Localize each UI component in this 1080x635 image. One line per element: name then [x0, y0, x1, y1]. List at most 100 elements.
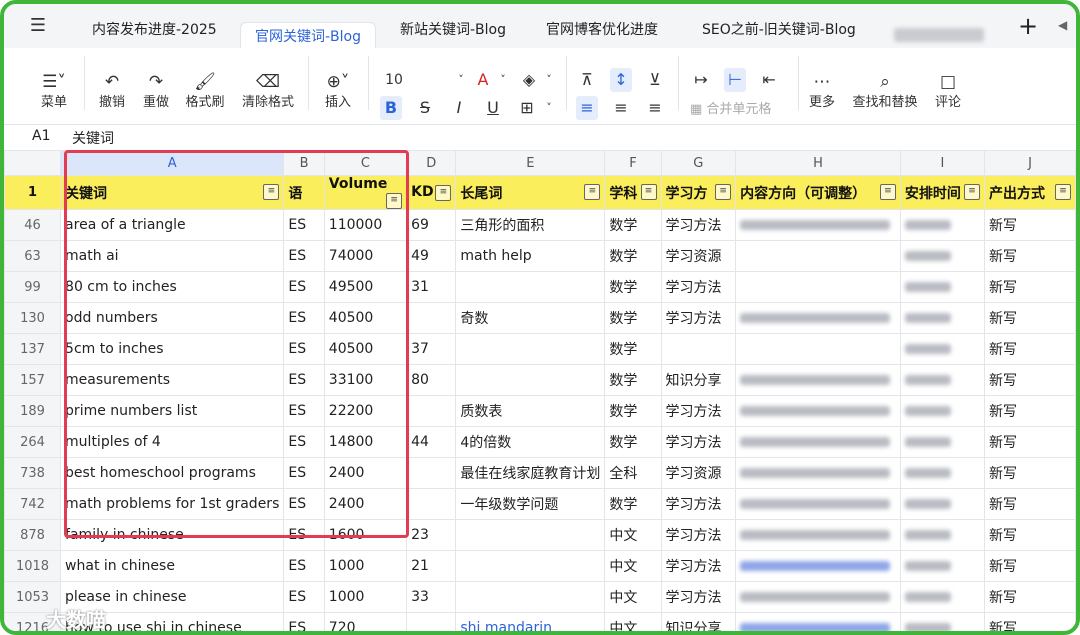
- cell-lang[interactable]: ES: [283, 209, 325, 241]
- chevron-down-icon[interactable]: ˅: [538, 68, 560, 92]
- cell-volume[interactable]: 2400: [323, 488, 408, 520]
- tab-keywords-blog[interactable]: 官网关键词-Blog: [240, 22, 376, 51]
- cell-volume[interactable]: 720: [323, 612, 408, 631]
- cell-subject[interactable]: 数学: [604, 395, 662, 427]
- cell-learning[interactable]: 学习方法: [660, 209, 737, 241]
- cell-schedule[interactable]: [899, 612, 986, 631]
- header-cell-lang[interactable]: 语: [283, 175, 325, 210]
- cell-direction[interactable]: [735, 488, 901, 520]
- cell-schedule[interactable]: [899, 271, 986, 303]
- column-header-b[interactable]: B: [283, 150, 325, 176]
- cell-volume[interactable]: 22200: [323, 395, 408, 427]
- cell-longtail[interactable]: 奇数: [455, 302, 606, 334]
- cell-schedule[interactable]: [899, 550, 986, 582]
- cell-learning[interactable]: 学习资源: [660, 240, 737, 272]
- cell-reference[interactable]: A1: [32, 128, 50, 144]
- cell-longtail[interactable]: [455, 550, 606, 582]
- cell-learning[interactable]: [660, 333, 737, 365]
- filter-icon[interactable]: ≡: [964, 183, 981, 200]
- formula-value[interactable]: 关键词: [72, 128, 114, 148]
- cell-kd[interactable]: 37: [406, 333, 457, 365]
- add-sheet-icon[interactable]: +: [1018, 12, 1038, 40]
- align-left-icon[interactable]: ≡: [576, 96, 598, 120]
- cell-learning[interactable]: 学习方法: [660, 581, 737, 613]
- column-header-d[interactable]: D: [406, 150, 457, 176]
- cell-kd[interactable]: 23: [406, 519, 457, 551]
- cell-longtail[interactable]: 质数表: [455, 395, 606, 427]
- header-cell-learning[interactable]: 学习方 ≡: [660, 175, 737, 210]
- cell-output[interactable]: 新写: [984, 240, 1076, 272]
- cell-learning[interactable]: 学习方法: [660, 302, 737, 334]
- more-button[interactable]: ⋯ 更多: [804, 70, 840, 112]
- cell-lang[interactable]: ES: [283, 488, 325, 520]
- cell-kd[interactable]: 80: [406, 364, 457, 396]
- cell-direction[interactable]: [735, 581, 901, 613]
- align-right-icon[interactable]: ≡: [644, 96, 666, 120]
- tab-blog-optimization[interactable]: 官网博客优化进度: [546, 16, 658, 48]
- cell-learning[interactable]: 学习方法: [660, 271, 737, 303]
- cell-volume[interactable]: 40500: [323, 333, 408, 365]
- cell-direction[interactable]: [735, 550, 901, 582]
- cell-schedule[interactable]: [899, 581, 986, 613]
- header-cell-longtail[interactable]: 长尾词 ≡: [455, 175, 606, 210]
- column-header-j[interactable]: J: [984, 150, 1076, 176]
- border-icon[interactable]: ⊞: [516, 96, 538, 120]
- filter-icon[interactable]: ≡: [263, 183, 280, 200]
- tab-old-keywords[interactable]: SEO之前-旧关键词-Blog: [702, 16, 856, 48]
- cell-learning[interactable]: 学习方法: [660, 395, 737, 427]
- cell-subject[interactable]: 全科: [604, 457, 662, 489]
- longtail-link[interactable]: shi mandarin: [460, 620, 552, 631]
- filter-icon[interactable]: ≡: [435, 185, 452, 201]
- row-number[interactable]: 738: [4, 457, 62, 489]
- cell-direction[interactable]: [735, 209, 901, 241]
- cell-schedule[interactable]: [899, 302, 986, 334]
- cell-direction[interactable]: [735, 240, 901, 272]
- filter-icon[interactable]: ≡: [386, 193, 403, 209]
- cell-direction[interactable]: [735, 364, 901, 396]
- cell-direction[interactable]: [735, 395, 901, 427]
- cell-schedule[interactable]: [899, 240, 986, 272]
- filter-icon[interactable]: ≡: [715, 183, 732, 200]
- cell-output[interactable]: 新写: [984, 581, 1076, 613]
- cell-subject[interactable]: 数学: [604, 209, 662, 241]
- cell-direction[interactable]: [735, 271, 901, 303]
- cell-kd[interactable]: 21: [406, 550, 457, 582]
- cell-output[interactable]: 新写: [984, 364, 1076, 396]
- cell-kd[interactable]: [406, 457, 457, 489]
- cell-direction[interactable]: [735, 302, 901, 334]
- cell-kd[interactable]: 33: [406, 581, 457, 613]
- column-header-i[interactable]: I: [899, 150, 986, 176]
- cell-keyword[interactable]: multiples of 4: [60, 426, 285, 458]
- cell-kd[interactable]: [406, 488, 457, 520]
- redo-button[interactable]: ↷ 重做: [138, 70, 174, 112]
- cell-volume[interactable]: 1600: [323, 519, 408, 551]
- cell-lang[interactable]: ES: [283, 426, 325, 458]
- cell-longtail[interactable]: math help: [455, 240, 606, 272]
- cell-schedule[interactable]: [899, 426, 986, 458]
- cell-subject[interactable]: 数学: [604, 488, 662, 520]
- cell-learning[interactable]: 学习方法: [660, 426, 737, 458]
- cell-volume[interactable]: 110000: [323, 209, 408, 241]
- cell-keyword[interactable]: odd numbers: [60, 302, 285, 334]
- cell-kd[interactable]: 69: [406, 209, 457, 241]
- row-number[interactable]: 157: [4, 364, 62, 396]
- cell-lang[interactable]: ES: [283, 550, 325, 582]
- cell-direction[interactable]: [735, 333, 901, 365]
- cell-kd[interactable]: 49: [406, 240, 457, 272]
- cell-keyword[interactable]: prime numbers list: [60, 395, 285, 427]
- column-header-f[interactable]: F: [604, 150, 662, 176]
- cell-volume[interactable]: 2400: [323, 457, 408, 489]
- cell-longtail[interactable]: 最佳在线家庭教育计划: [455, 457, 606, 489]
- cell-subject[interactable]: 数学: [604, 426, 662, 458]
- cell-keyword[interactable]: 5cm to inches: [60, 333, 285, 365]
- bold-button[interactable]: B: [380, 96, 402, 120]
- cell-volume[interactable]: 74000: [323, 240, 408, 272]
- cell-output[interactable]: 新写: [984, 457, 1076, 489]
- cell-direction[interactable]: [735, 519, 901, 551]
- find-replace-button[interactable]: ⌕ 查找和替换: [850, 70, 920, 112]
- cell-volume[interactable]: 33100: [323, 364, 408, 396]
- cell-schedule[interactable]: [899, 488, 986, 520]
- cell-schedule[interactable]: [899, 457, 986, 489]
- strikethrough-button[interactable]: S: [414, 96, 436, 120]
- cell-schedule[interactable]: [899, 209, 986, 241]
